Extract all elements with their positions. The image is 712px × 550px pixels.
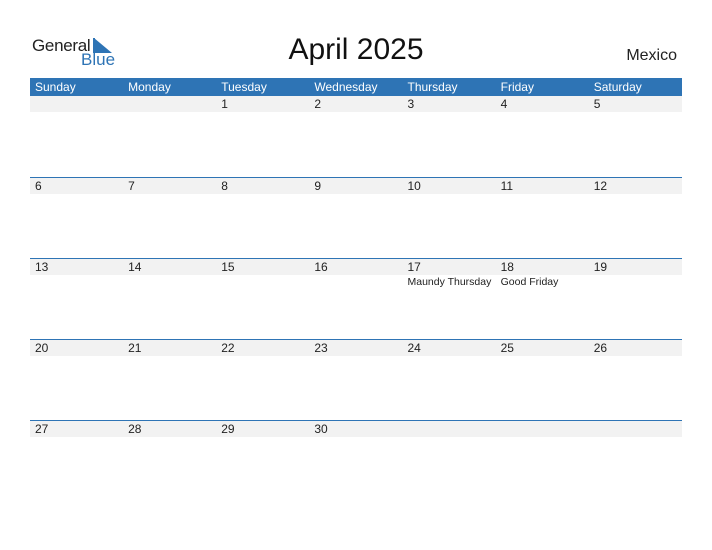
day-number: 29 <box>221 422 235 436</box>
day-number: 30 <box>314 422 328 436</box>
day-number: 24 <box>407 341 421 355</box>
day-number: 14 <box>128 260 142 274</box>
day-number: 15 <box>221 260 235 274</box>
day-number: 13 <box>35 260 49 274</box>
day-number: 22 <box>221 341 235 355</box>
calendar-grid: Sunday Monday Tuesday Wednesday Thursday… <box>30 78 682 501</box>
weekday-sunday: Sunday <box>35 80 76 94</box>
weekday-thursday: Thursday <box>407 80 458 94</box>
date-row: 1 2 3 4 5 <box>30 96 682 112</box>
holiday-label <box>30 275 123 289</box>
holiday-label <box>123 275 216 289</box>
day-number: 12 <box>593 179 608 193</box>
day-number: 8 <box>221 179 228 193</box>
day-number: 7 <box>128 179 135 193</box>
week-row: 27 28 29 30 <box>30 420 682 501</box>
weekday-tuesday: Tuesday <box>221 80 267 94</box>
day-number <box>123 96 216 112</box>
day-number: 27 <box>35 422 49 436</box>
weekday-saturday: Saturday <box>593 80 642 94</box>
event-row: Maundy Thursday Good Friday <box>30 275 682 289</box>
date-row: 6 7 8 9 10 11 12 <box>30 178 682 194</box>
weekday-friday: Friday <box>500 80 534 94</box>
date-row: 13 14 15 16 17 18 19 <box>30 259 682 275</box>
day-number: 25 <box>500 341 514 355</box>
date-row: 20 21 22 23 24 25 26 <box>30 340 682 356</box>
date-row: 27 28 29 30 <box>30 421 682 437</box>
day-number <box>589 421 682 437</box>
day-number: 23 <box>314 341 328 355</box>
weekday-monday: Monday <box>128 80 171 94</box>
day-number: 3 <box>407 97 415 111</box>
week-row: 20 21 22 23 24 25 26 <box>30 339 682 420</box>
weekday-wednesday: Wednesday <box>314 80 378 94</box>
day-number: 5 <box>593 97 601 111</box>
holiday-label: Good Friday <box>500 276 559 288</box>
day-number: 19 <box>593 260 608 274</box>
holiday-label <box>216 275 309 289</box>
week-row: 1 2 3 4 5 <box>30 96 682 177</box>
day-number: 4 <box>500 97 508 111</box>
day-number: 21 <box>128 341 142 355</box>
day-number: 1 <box>221 97 228 111</box>
week-row: 6 7 8 9 10 11 12 <box>30 177 682 258</box>
day-number: 17 <box>407 260 421 274</box>
day-number: 11 <box>500 179 514 193</box>
day-number <box>496 421 589 437</box>
day-number: 2 <box>314 97 322 111</box>
week-row: 13 14 15 16 17 18 19 Maundy Thursday Good Friday <box>30 258 682 339</box>
page-title: April 2025 <box>288 33 424 66</box>
day-number: 16 <box>314 260 328 274</box>
day-number: 9 <box>314 179 322 193</box>
day-number <box>403 421 496 437</box>
day-number <box>30 96 123 112</box>
day-number: 6 <box>35 179 42 193</box>
day-number: 20 <box>35 341 49 355</box>
weekday-header: Sunday Monday Tuesday Wednesday Thursday… <box>30 78 682 96</box>
day-number: 26 <box>593 341 608 355</box>
day-number: 10 <box>407 179 421 193</box>
holiday-label <box>309 275 402 289</box>
country-label: Mexico <box>626 47 677 64</box>
holiday-label: Maundy Thursday <box>407 276 492 288</box>
holiday-label <box>589 275 682 289</box>
day-number: 18 <box>500 260 514 274</box>
day-number: 28 <box>128 422 142 436</box>
